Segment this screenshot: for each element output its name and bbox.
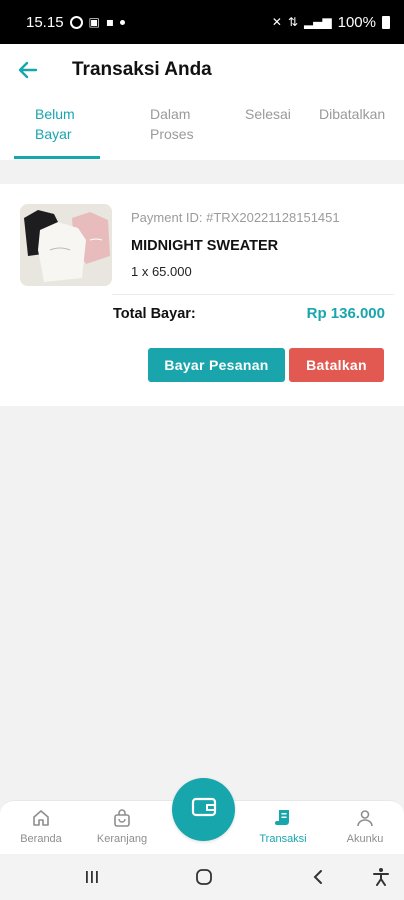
- system-navigation-bar: [0, 854, 404, 900]
- accessibility-icon[interactable]: [368, 864, 394, 890]
- status-time: 15.15: [26, 13, 64, 31]
- notification-dot-icon: [120, 19, 126, 25]
- active-tab-indicator: [14, 156, 100, 159]
- product-name: MIDNIGHT SWEATER: [131, 238, 279, 254]
- tab-dalam-proses[interactable]: Dalam Proses: [150, 104, 194, 144]
- back-button-icon[interactable]: [305, 864, 331, 890]
- tab-belum-bayar[interactable]: Belum Bayar: [35, 104, 75, 144]
- gallery-icon: ▣: [88, 15, 100, 29]
- mute-icon: ✕: [271, 15, 282, 29]
- status-right: ✕ ⇅ ▂▄▆ 100%: [272, 14, 390, 31]
- tab-selesai[interactable]: Selesai: [245, 104, 291, 124]
- signal-icon: ▂▄▆: [303, 15, 332, 29]
- wallet-fab-button[interactable]: [172, 778, 235, 841]
- total-label: Total Bayar:: [113, 306, 196, 322]
- total-value: Rp 136.000: [306, 305, 385, 322]
- app-bar: Transaksi Anda: [0, 44, 404, 96]
- nav-label-keranjang: Keranjang: [96, 833, 148, 845]
- status-bar: 15.15 ▣ ▪ ✕ ⇅ ▂▄▆ 100%: [0, 0, 404, 44]
- data-arrows-icon: ⇅: [287, 15, 298, 29]
- wallet-icon: [191, 796, 217, 823]
- cancel-order-button[interactable]: Batalkan: [289, 348, 384, 382]
- battery-percent: 100%: [337, 13, 376, 31]
- divider: [112, 294, 394, 295]
- product-image: [20, 204, 112, 286]
- image-icon: ▪: [105, 15, 115, 29]
- shopping-bag-icon: [111, 807, 133, 829]
- user-icon: [354, 807, 376, 829]
- nav-item-transaksi[interactable]: Transaksi: [248, 807, 318, 845]
- page-title: Transaksi Anda: [72, 59, 212, 80]
- nav-label-beranda: Beranda: [20, 833, 62, 845]
- recent-apps-icon[interactable]: [79, 864, 105, 890]
- battery-icon: [382, 15, 390, 29]
- home-button-icon[interactable]: [191, 864, 217, 890]
- tab-dibatalkan[interactable]: Dibatalkan: [319, 104, 385, 124]
- product-quantity: 1 x 65.000: [131, 264, 192, 279]
- payment-id: Payment ID: #TRX20221128151451: [131, 210, 340, 225]
- whatsapp-icon: [69, 15, 83, 29]
- transaction-tabs: Belum Bayar Dalam Proses Selesai Dibatal…: [0, 96, 404, 160]
- home-icon: [30, 807, 52, 829]
- status-left: 15.15 ▣ ▪: [26, 13, 126, 31]
- nav-item-akunku[interactable]: Akunku: [330, 807, 400, 845]
- nav-label-transaksi: Transaksi: [259, 833, 307, 845]
- receipt-icon: [272, 807, 294, 829]
- nav-label-akunku: Akunku: [346, 833, 384, 845]
- nav-item-beranda[interactable]: Beranda: [6, 807, 76, 845]
- back-arrow-icon[interactable]: [0, 44, 56, 96]
- nav-item-keranjang[interactable]: Keranjang: [87, 807, 157, 845]
- order-card[interactable]: Payment ID: #TRX20221128151451 MIDNIGHT …: [0, 184, 404, 406]
- pay-order-button[interactable]: Bayar Pesanan: [148, 348, 285, 382]
